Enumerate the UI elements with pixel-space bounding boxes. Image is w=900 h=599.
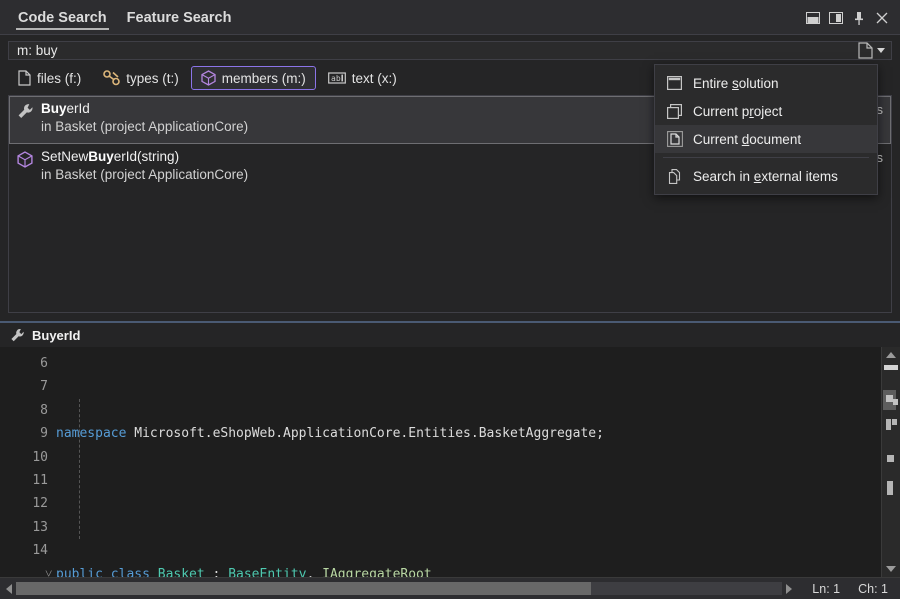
scrollbar-marker [892,419,897,425]
scroll-left-arrow-icon[interactable] [2,584,16,594]
close-icon[interactable] [872,8,892,28]
preview-title: BuyerId [32,328,80,343]
document-icon [666,131,683,147]
preview-header: BuyerId [0,323,900,347]
code-lines[interactable]: namespace Microsoft.eShopWeb.Application… [56,347,881,577]
vertical-scrollbar-thumb[interactable] [884,365,898,370]
search-input[interactable]: m: buy [9,43,854,58]
menu-item-current-document-label: Current document [693,132,801,147]
horizontal-scrollbar-thumb[interactable] [16,582,591,595]
status-column: Ch: 1 [858,582,888,596]
types-icon [103,70,120,86]
code-search-window: Code Search Feature Search m: buy [0,0,900,599]
scroll-down-arrow-icon[interactable] [882,561,900,577]
menu-item-current-project-label: Current project [693,104,782,119]
solution-icon [666,76,683,90]
scrollbar-marker [893,399,898,405]
line-number: 9 [0,422,48,445]
svg-text:ab: ab [331,74,341,83]
tab-feature-search-label: Feature Search [127,11,232,28]
match-1: Buy [88,149,114,164]
scrollbar-marker [886,419,891,430]
indent-guide [79,399,80,539]
cube-icon [17,149,41,186]
line-number: 6 [0,352,48,375]
line-number: 8 [0,399,48,422]
search-scope-button[interactable] [854,42,891,59]
filter-chip-files[interactable]: files (f:) [8,66,91,90]
filter-chip-types-label: types (t:) [126,71,179,86]
filter-chip-members[interactable]: members (m:) [191,66,316,90]
code-line-7 [56,492,881,515]
document-icon [858,42,873,59]
menu-item-search-external-items-label: Search in external items [693,169,838,184]
scroll-right-arrow-icon[interactable] [782,584,796,594]
filter-chip-members-label: members (m:) [222,71,306,86]
line-number: 14 [0,539,48,562]
code-line-8: ˅public class Basket : BaseEntity, IAggr… [56,563,881,577]
status-bar: Ln: 1 Ch: 1 [798,582,900,596]
tab-code-search[interactable]: Code Search [8,0,117,34]
scrollbar-marker [887,481,893,495]
tabstrip: Code Search Feature Search [0,0,241,34]
code-line-6: namespace Microsoft.eShopWeb.Application… [56,422,881,445]
cube-icon [201,70,216,86]
split-icon[interactable] [826,8,846,28]
external-icon [666,169,683,184]
line-number: 13 [0,516,48,539]
scroll-up-arrow-icon[interactable] [882,347,900,363]
tab-feature-search[interactable]: Feature Search [117,0,242,34]
line-number-gutter: 6 7 8 9 10 11 12 13 14 [0,347,56,577]
menu-separator [663,157,869,158]
title-post-0: erId [67,101,90,116]
search-bar[interactable]: m: buy [8,41,892,60]
filter-chip-files-label: files (f:) [37,71,81,86]
dock-icon[interactable] [803,8,823,28]
code-scroll-region[interactable]: 6 7 8 9 10 11 12 13 14 namespace Microso… [0,347,881,577]
line-number: 10 [0,446,48,469]
tab-code-search-label: Code Search [18,11,107,28]
filter-chip-types[interactable]: types (t:) [93,66,189,90]
project-icon [666,104,683,119]
fold-chevron-icon[interactable]: ˅ [45,563,52,577]
title-pre-1: SetNew [41,149,88,164]
window-controls [803,8,900,34]
scrollbar-marker [886,395,893,402]
abl-icon: ab [328,71,346,85]
wrench-icon [10,328,25,343]
search-scope-menu[interactable]: Entire solution Current project Current … [654,64,878,195]
scrollbar-marker [887,455,894,462]
preview-pane: BuyerId 6 7 8 9 10 11 12 13 14 namespace… [0,321,900,599]
menu-item-current-project[interactable]: Current project [655,97,877,125]
code-editor[interactable]: 6 7 8 9 10 11 12 13 14 namespace Microso… [0,347,900,577]
pin-icon[interactable] [849,8,869,28]
wrench-icon [17,101,41,138]
menu-item-search-external-items[interactable]: Search in external items [655,162,877,190]
status-line: Ln: 1 [812,582,840,596]
menu-item-entire-solution[interactable]: Entire solution [655,69,877,97]
line-number: 7 [0,375,48,398]
file-icon [18,70,31,86]
filter-chip-text-label: text (x:) [352,71,397,86]
vertical-scrollbar[interactable] [881,347,900,577]
title-post-1: erId(string) [114,149,179,164]
line-number: 11 [0,469,48,492]
filter-chip-text[interactable]: ab text (x:) [318,67,407,90]
bottom-bar: Ln: 1 Ch: 1 [0,577,900,599]
match-0: Buy [41,101,67,116]
line-number: 12 [0,492,48,515]
menu-item-entire-solution-label: Entire solution [693,76,779,91]
chevron-down-icon [877,48,885,53]
menu-item-current-document[interactable]: Current document [655,125,877,153]
horizontal-scrollbar-track[interactable] [16,582,782,595]
horizontal-scrollbar[interactable] [2,581,796,596]
titlebar: Code Search Feature Search [0,0,900,35]
